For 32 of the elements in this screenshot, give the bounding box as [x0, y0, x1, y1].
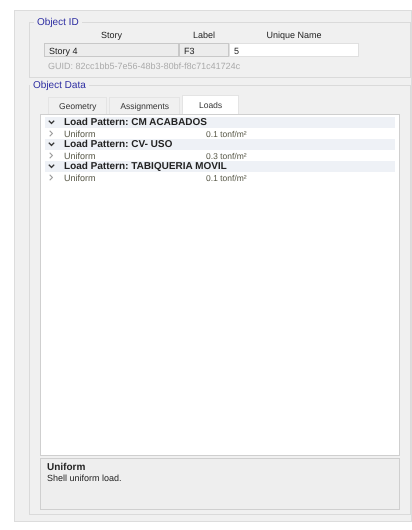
column-header: Story [100, 30, 123, 40]
chevron-icon[interactable] [47, 162, 56, 171]
tree-row[interactable]: Uniform 0.3 tonf/m² [45, 150, 395, 161]
group-title: Object Data [32, 80, 87, 91]
load-value: 0.3 tonf/m² [206, 150, 247, 160]
tree-row[interactable]: Load Pattern: CM ACABADOS [45, 117, 395, 128]
input-field[interactable]: Story 4 [44, 43, 179, 57]
input-field[interactable]: 5 [229, 43, 359, 57]
column-header: Label [192, 30, 216, 40]
group-title: Object ID [36, 17, 80, 28]
guid-text: GUID: 82cc1bb5-7e56-48b3-80bf-f8c71c41724c [47, 61, 242, 71]
tree-row[interactable]: Uniform 0.1 tonf/m² [45, 172, 395, 183]
column-header: Unique Name [265, 30, 323, 40]
load-name: Uniform [64, 128, 97, 138]
tree-row[interactable]: Load Pattern: TABIQUERIA MOVIL [45, 161, 395, 172]
load-name: Uniform [64, 150, 97, 160]
load-value: 0.1 tonf/m² [206, 172, 247, 182]
pattern-title: Load Pattern: CM ACABADOS [64, 117, 207, 128]
description-title: Uniform [47, 462, 86, 473]
tree-row[interactable]: Uniform 0.1 tonf/m² [45, 128, 395, 139]
input-field[interactable]: F3 [179, 43, 229, 57]
load-value: 0.1 tonf/m² [206, 128, 247, 138]
load-name: Uniform [64, 172, 97, 182]
chevron-icon[interactable] [47, 118, 56, 127]
tab[interactable]: Geometry [48, 97, 108, 114]
pattern-title: Load Pattern: TABIQUERIA MOVIL [64, 161, 227, 172]
tab[interactable]: Loads [182, 95, 240, 114]
tree-row[interactable]: Load Pattern: CV- USO [45, 139, 395, 150]
description-text: Shell uniform load. [47, 473, 123, 483]
tab[interactable]: Assignments [109, 97, 180, 114]
pattern-title: Load Pattern: CV- USO [64, 139, 172, 150]
chevron-icon[interactable] [47, 140, 56, 149]
